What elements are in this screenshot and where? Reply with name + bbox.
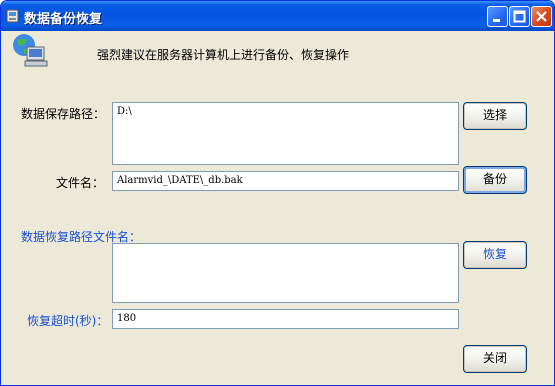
filename-field[interactable]: Alarmvid_\DATE\_db.bak (112, 171, 459, 191)
maximize-icon (513, 10, 526, 23)
restore-timeout-label: 恢复超时(秒)： (27, 314, 109, 328)
backup-path-label: 数据保存路径： (21, 107, 106, 121)
close-window-button[interactable] (531, 6, 552, 27)
backup-button[interactable]: 备份 (463, 166, 527, 194)
minimize-icon (493, 19, 500, 22)
select-button[interactable]: 选择 (463, 102, 527, 130)
minimize-button[interactable] (487, 6, 508, 27)
close-button[interactable]: 关闭 (463, 345, 527, 373)
title-bar[interactable]: 数据备份恢复 (1, 1, 554, 31)
filename-label: 文件名： (56, 176, 105, 190)
recommendation-text: 强烈建议在服务器计算机上进行备份、恢复操作 (97, 48, 350, 62)
app-icon (6, 9, 19, 23)
restore-button[interactable]: 恢复 (463, 241, 527, 269)
restore-timeout-field[interactable]: 180 (112, 309, 459, 329)
window-title: 数据备份恢复 (24, 12, 103, 27)
backup-path-field[interactable]: D:\ (112, 102, 459, 165)
network-computer-icon (13, 34, 48, 67)
backup-restore-window: 数据备份恢复 强烈建议在服务器计算机上进行备份、恢复操作 数据保存路径： D:\… (0, 0, 555, 386)
maximize-button[interactable] (509, 6, 530, 27)
close-icon (536, 11, 547, 22)
restore-path-field[interactable] (112, 243, 459, 303)
dialog-body: 强烈建议在服务器计算机上进行备份、恢复操作 数据保存路径： D:\ 选择 文件名… (5, 31, 550, 381)
